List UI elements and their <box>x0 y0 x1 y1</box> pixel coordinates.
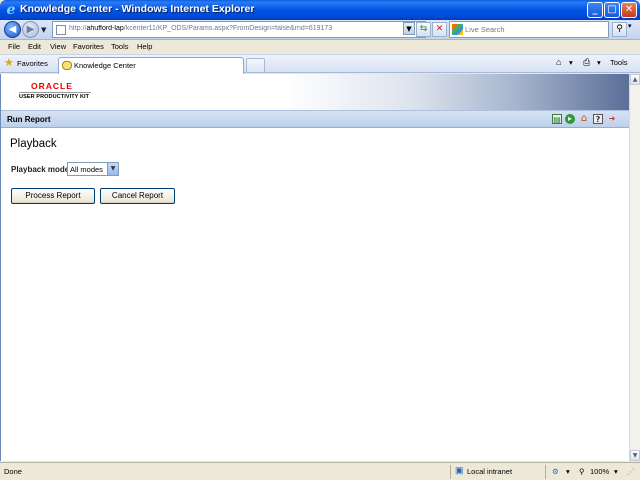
vertical-scrollbar[interactable]: ▲ ▼ <box>629 74 640 461</box>
logo-divider <box>19 92 91 93</box>
playback-mode-label: Playback mode <box>11 165 70 174</box>
back-button[interactable]: ◀ <box>4 21 21 38</box>
new-tab-button[interactable] <box>246 58 265 73</box>
exit-icon[interactable]: ➜ <box>607 114 617 124</box>
refresh-icon[interactable]: ⇆ <box>416 22 431 37</box>
logo-product: USER PRODUCTIVITY KIT <box>19 94 90 100</box>
search-icon[interactable]: ⚲ <box>612 22 627 37</box>
page-heading: Playback <box>10 138 57 150</box>
status-divider <box>545 465 546 479</box>
ie-logo-icon: e <box>6 2 16 18</box>
forward-button[interactable]: ▶ <box>22 21 39 38</box>
search-placeholder: Live Search <box>465 25 505 34</box>
navigation-bar: ◀ ▶ ▼ http://ahufford-lap/kcenter11/KP_O… <box>0 20 640 40</box>
zoom-dropdown-icon[interactable]: ▾ <box>614 467 618 476</box>
address-url[interactable]: http://ahufford-lap/kcenter11/KP_ODS/Par… <box>69 25 439 32</box>
status-text: Done <box>4 467 22 476</box>
print-icon[interactable]: ⎙ <box>583 57 590 68</box>
resize-grip-icon[interactable]: ⋰ <box>627 467 635 476</box>
status-divider <box>450 465 451 479</box>
home-dropdown-icon[interactable]: ▾ <box>569 58 573 67</box>
address-dropdown-icon[interactable]: ▼ <box>403 22 415 35</box>
menu-edit[interactable]: Edit <box>28 42 41 51</box>
page-icon <box>56 25 66 35</box>
help-icon[interactable]: ? <box>593 114 603 124</box>
search-input[interactable]: Live Search <box>449 21 609 38</box>
menu-help[interactable]: Help <box>137 42 152 51</box>
close-button[interactable]: ✕ <box>621 2 637 18</box>
scroll-down-icon[interactable]: ▼ <box>630 450 640 461</box>
zoom-level[interactable]: 100% <box>590 467 609 476</box>
status-bar: Done ▣ Local intranet ⚙ ▾ ⚲ 100% ▾ ⋰ <box>0 462 640 480</box>
minimize-button[interactable]: _ <box>587 2 603 18</box>
logo-brand: ORACLE <box>31 81 73 91</box>
window-title-bar: e Knowledge Center - Windows Internet Ex… <box>0 0 640 20</box>
home-icon[interactable]: ⌂ <box>556 57 561 67</box>
live-search-icon <box>452 24 463 35</box>
maximize-button[interactable]: □ <box>604 2 620 18</box>
home-page-icon[interactable]: ⌂ <box>579 114 589 124</box>
history-dropdown-icon[interactable]: ▼ <box>41 26 46 34</box>
menu-bar: File Edit View Favorites Tools Help <box>0 41 640 54</box>
page-content: ORACLE USER PRODUCTIVITY KIT Run Report … <box>0 74 629 461</box>
address-bar[interactable]: http://ahufford-lap/kcenter11/KP_ODS/Par… <box>52 21 426 38</box>
tab-page-icon <box>62 61 72 70</box>
process-report-button[interactable]: Process Report <box>11 188 95 204</box>
page-header: ORACLE USER PRODUCTIVITY KIT <box>1 74 629 110</box>
tab-knowledge-center[interactable]: Knowledge Center <box>58 57 244 74</box>
chevron-down-icon[interactable]: ▼ <box>107 163 118 175</box>
print-dropdown-icon[interactable]: ▾ <box>597 58 601 67</box>
protected-mode-icon[interactable]: ⚙ <box>552 467 559 476</box>
go-icon[interactable]: ▸ <box>565 114 575 124</box>
intranet-zone-icon: ▣ <box>455 465 464 475</box>
section-title: Run Report <box>7 115 51 124</box>
protected-dropdown-icon[interactable]: ▾ <box>566 467 570 476</box>
playback-mode-select[interactable]: All modes ▼ <box>67 162 119 176</box>
tab-label: Knowledge Center <box>74 61 136 70</box>
star-icon: ★ <box>4 57 14 69</box>
run-report-toolbar: Run Report ▤ ▸ ⌂ ? ➜ <box>1 110 629 128</box>
menu-tools[interactable]: Tools <box>111 42 129 51</box>
oracle-upk-logo: ORACLE USER PRODUCTIVITY KIT <box>19 81 99 103</box>
tools-button[interactable]: Tools <box>610 58 628 67</box>
favorites-label: Favorites <box>17 59 48 68</box>
menu-favorites[interactable]: Favorites <box>73 42 104 51</box>
menu-file[interactable]: File <box>8 42 20 51</box>
favorites-button[interactable]: ★ Favorites <box>3 57 48 71</box>
stop-icon[interactable]: ✕ <box>432 22 447 37</box>
window-title: Knowledge Center - Windows Internet Expl… <box>20 3 255 15</box>
security-zone: Local intranet <box>467 467 513 476</box>
menu-view[interactable]: View <box>50 42 66 51</box>
playback-mode-value: All modes <box>70 165 103 174</box>
scroll-up-icon[interactable]: ▲ <box>630 74 640 85</box>
zoom-icon[interactable]: ⚲ <box>579 467 585 476</box>
search-options-icon[interactable]: ▾ <box>628 22 632 30</box>
report-icon[interactable]: ▤ <box>552 114 562 124</box>
tab-bar: ★ Favorites Knowledge Center ⌂ ▾ ⎙ ▾ Too… <box>0 54 640 74</box>
cancel-report-button[interactable]: Cancel Report <box>100 188 175 204</box>
